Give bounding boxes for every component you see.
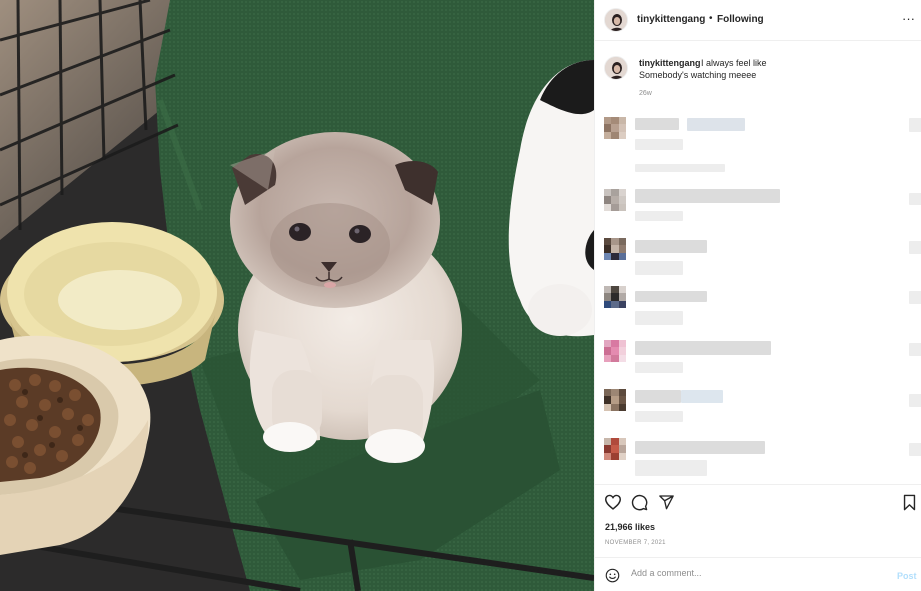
avatar-image <box>605 9 627 31</box>
post-sidebar: tinykittengang • Following ··· tinykitte… <box>594 0 921 591</box>
comment-text-blurred <box>635 460 707 476</box>
comment-text-blurred <box>635 240 707 253</box>
like-count[interactable]: 21,966 likes <box>605 522 655 532</box>
comment-like-blurred[interactable] <box>909 193 921 205</box>
comment-like-blurred[interactable] <box>909 443 921 456</box>
comment-avatar-blurred[interactable] <box>604 189 626 211</box>
comment-icon[interactable] <box>631 494 648 511</box>
comment-avatar-blurred[interactable] <box>604 286 626 308</box>
comment-meta-blurred <box>635 311 683 325</box>
post-comment-button[interactable]: Post <box>897 571 917 581</box>
comment-like-blurred[interactable] <box>909 343 921 356</box>
comment-text-blurred <box>635 291 707 302</box>
comment-like-blurred[interactable] <box>909 241 921 254</box>
post-photo[interactable] <box>0 0 594 591</box>
caption-text-line1: I always feel like <box>701 58 767 68</box>
comment-username-blurred <box>635 118 679 130</box>
comment-text-blurred <box>681 390 723 403</box>
heart-icon[interactable] <box>604 494 622 510</box>
kitten-photo <box>0 0 594 591</box>
author-avatar[interactable] <box>604 8 628 32</box>
comment-username-blurred <box>635 390 681 403</box>
post-date: NOVEMBER 7, 2021 <box>605 540 666 546</box>
comment-input[interactable] <box>631 568 881 578</box>
avatar-image <box>605 57 627 79</box>
share-icon[interactable] <box>658 494 675 510</box>
following-button[interactable]: Following <box>717 14 764 25</box>
caption-text-line2: Somebody's watching meeee <box>639 70 757 80</box>
comment-avatar-blurred[interactable] <box>604 117 626 139</box>
comment-meta-blurred <box>635 261 683 275</box>
comment-meta-blurred <box>635 411 683 422</box>
comment-avatar-blurred[interactable] <box>604 340 626 362</box>
comment-text-blurred <box>635 441 765 454</box>
bookmark-icon[interactable] <box>903 494 916 511</box>
comment-meta-blurred <box>635 362 683 373</box>
comment-text-blurred <box>635 139 683 150</box>
caption-username[interactable]: tinykittengang <box>639 58 701 68</box>
post-viewer: tinykittengang • Following ··· tinykitte… <box>0 0 921 591</box>
emoji-icon[interactable] <box>605 568 620 583</box>
post-header: tinykittengang • Following ··· <box>595 0 921 41</box>
add-comment-bar: Post <box>595 558 921 591</box>
comment-text-blurred <box>635 189 780 203</box>
action-bar: 21,966 likes NOVEMBER 7, 2021 <box>595 485 921 557</box>
author-username[interactable]: tinykittengang <box>637 14 705 25</box>
comment-text-blurred <box>687 118 745 131</box>
comment-text-blurred <box>635 341 771 355</box>
separator-dot: • <box>709 13 713 24</box>
more-options-icon[interactable]: ··· <box>902 11 915 26</box>
caption-avatar[interactable] <box>604 56 628 80</box>
comment-like-blurred[interactable] <box>909 394 921 407</box>
caption-timestamp[interactable]: 26w <box>639 90 652 97</box>
comment-avatar-blurred[interactable] <box>604 438 626 460</box>
comment-like-blurred[interactable] <box>909 118 921 132</box>
comment-meta-blurred <box>635 211 683 221</box>
comment-meta-blurred <box>635 164 725 172</box>
comment-avatar-blurred[interactable] <box>604 238 626 260</box>
comment-like-blurred[interactable] <box>909 291 921 304</box>
comment-avatar-blurred[interactable] <box>604 389 626 411</box>
kitten <box>230 132 462 463</box>
